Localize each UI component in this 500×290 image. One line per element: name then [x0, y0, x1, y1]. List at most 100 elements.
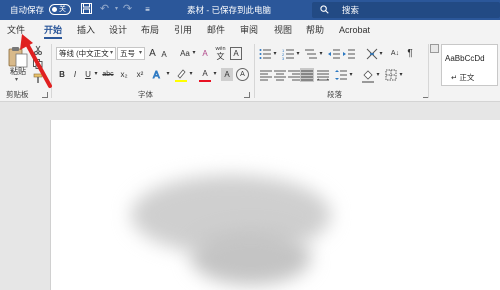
numbering-icon[interactable]: 123 [282, 48, 294, 61]
group-divider [428, 44, 429, 98]
ribbon: 粘贴 ▾ 剪贴板 等线 (中文正文 ▾ 五号 ▾ A A Aa ▾ A wén 文 … [0, 40, 500, 102]
bold-button[interactable]: B [57, 68, 67, 81]
align-center-icon[interactable] [274, 69, 286, 81]
cut-icon[interactable] [33, 45, 45, 57]
search-icon [320, 5, 329, 14]
highlight-icon[interactable] [175, 68, 187, 80]
paste-icon[interactable] [8, 46, 28, 68]
paragraph-group-label: 段落 [327, 90, 342, 99]
multilevel-list-icon[interactable] [305, 48, 317, 60]
chevron-down-icon[interactable]: ▾ [375, 69, 381, 82]
change-case-button[interactable]: Aa [178, 47, 192, 60]
font-size-dropdown[interactable]: 五号 ▾ [117, 47, 145, 60]
tab-mailings[interactable]: 邮件 [207, 20, 225, 40]
styles-scroll-icon[interactable] [430, 44, 439, 53]
chevron-down-icon[interactable]: ▾ [93, 68, 99, 81]
tab-review[interactable]: 审阅 [240, 20, 258, 40]
italic-button[interactable]: I [70, 68, 80, 81]
toggle-knob [52, 7, 57, 12]
tab-layout[interactable]: 布局 [141, 20, 159, 40]
show-formatting-marks-icon[interactable]: ¶ [404, 47, 416, 60]
document-area [0, 103, 500, 290]
chevron-down-icon[interactable]: ▾ [398, 69, 404, 82]
format-painter-icon[interactable] [33, 73, 45, 85]
chevron-down-icon[interactable]: ▾ [348, 69, 354, 82]
style-sample: AaBbCcDd [445, 54, 485, 63]
search-box[interactable]: 搜索 [312, 2, 500, 18]
shading-icon[interactable] [362, 69, 374, 81]
style-normal[interactable]: AaBbCcDd ↵ 正文 [441, 44, 498, 86]
chevron-down-icon: ▾ [138, 50, 142, 56]
autosave-label: 自动保存 [10, 5, 45, 15]
font-name-dropdown[interactable]: 等线 (中文正文 ▾ [56, 47, 116, 60]
shrink-font-button[interactable]: A [159, 48, 169, 61]
document-title: 素材 - 已保存到此电脑 [187, 5, 272, 15]
style-name: ↵ 正文 [451, 73, 475, 82]
align-left-icon[interactable] [260, 69, 272, 81]
subscript-button[interactable]: x₂ [118, 68, 130, 81]
title-bar: 自动保存 关 ↶ ▾ ↷ ≡ 素材 - 已保存到此电脑 搜索 [0, 0, 500, 20]
redo-icon[interactable]: ↷ [121, 3, 134, 16]
decrease-indent-icon[interactable] [328, 48, 340, 60]
enclose-characters-button[interactable]: A [236, 68, 249, 81]
chevron-down-icon[interactable]: ▾ [272, 48, 278, 61]
svg-text:3: 3 [282, 56, 285, 60]
font-color-bar [199, 80, 211, 82]
grow-font-button[interactable]: A [147, 47, 158, 60]
chevron-down-icon[interactable]: ▾ [295, 48, 301, 61]
sort-button[interactable]: A↓ [388, 47, 402, 60]
font-size-value: 五号 [120, 49, 135, 58]
superscript-button[interactable]: x² [134, 68, 146, 81]
document-page[interactable] [50, 120, 500, 290]
chevron-down-icon[interactable]: ▾ [165, 68, 171, 81]
chevron-down-icon: ▾ [109, 50, 113, 56]
tab-acrobat[interactable]: Acrobat [339, 20, 370, 40]
customize-toolbar-icon[interactable]: ≡ [141, 3, 154, 16]
text-effects-icon[interactable]: A [152, 68, 164, 82]
distributed-icon[interactable] [316, 69, 330, 81]
justify-icon[interactable] [300, 68, 314, 82]
save-icon[interactable] [80, 3, 93, 16]
blurred-content [191, 230, 311, 285]
tab-file[interactable]: 文件 [7, 20, 25, 40]
align-right-icon[interactable] [288, 69, 300, 81]
underline-button[interactable]: U [83, 68, 93, 81]
autosave-toggle[interactable]: 关 [49, 4, 71, 15]
chevron-down-icon[interactable]: ▾ [318, 48, 324, 61]
search-placeholder: 搜索 [342, 5, 360, 15]
font-launcher-icon[interactable] [244, 92, 250, 98]
font-name-value: 等线 (中文正文 [59, 49, 109, 58]
character-border-button[interactable]: A [230, 47, 242, 60]
ribbon-tabs: 文件 开始 插入 设计 布局 引用 邮件 审阅 视图 帮助 Acrobat [0, 20, 500, 40]
clipboard-group-label: 剪贴板 [6, 90, 29, 99]
strikethrough-button[interactable]: abc [101, 68, 115, 81]
shading-color-bar [362, 81, 374, 83]
character-shading-button[interactable]: A [221, 68, 233, 81]
group-divider [254, 44, 255, 98]
phonetic-guide-button[interactable]: 文 [214, 50, 227, 63]
chevron-down-icon[interactable]: ▾ [378, 48, 384, 61]
svg-text:A: A [153, 70, 160, 80]
increase-indent-icon[interactable] [343, 48, 355, 60]
copy-icon[interactable] [33, 59, 45, 71]
clear-formatting-button[interactable]: A [199, 47, 211, 60]
tab-design[interactable]: 设计 [109, 20, 127, 40]
chevron-down-icon[interactable]: ▾ [212, 68, 218, 81]
tab-help[interactable]: 帮助 [306, 20, 324, 40]
tab-references[interactable]: 引用 [174, 20, 192, 40]
autosave-state: 关 [59, 6, 66, 13]
asian-layout-icon[interactable] [366, 48, 378, 60]
group-divider [51, 44, 52, 98]
bullets-icon[interactable] [259, 48, 271, 60]
tab-home[interactable]: 开始 [44, 20, 63, 40]
borders-icon[interactable] [385, 69, 397, 81]
font-group-label: 字体 [138, 90, 153, 99]
font-color-button[interactable]: A [199, 67, 211, 80]
line-spacing-icon[interactable] [335, 69, 347, 81]
tab-view[interactable]: 视图 [274, 20, 292, 40]
chevron-down-icon[interactable]: ▾ [188, 68, 194, 81]
tab-insert[interactable]: 插入 [77, 20, 95, 40]
paste-dropdown-icon[interactable]: ▾ [15, 76, 18, 83]
chevron-down-icon[interactable]: ▾ [191, 47, 197, 60]
clipboard-launcher-icon[interactable] [42, 92, 48, 98]
